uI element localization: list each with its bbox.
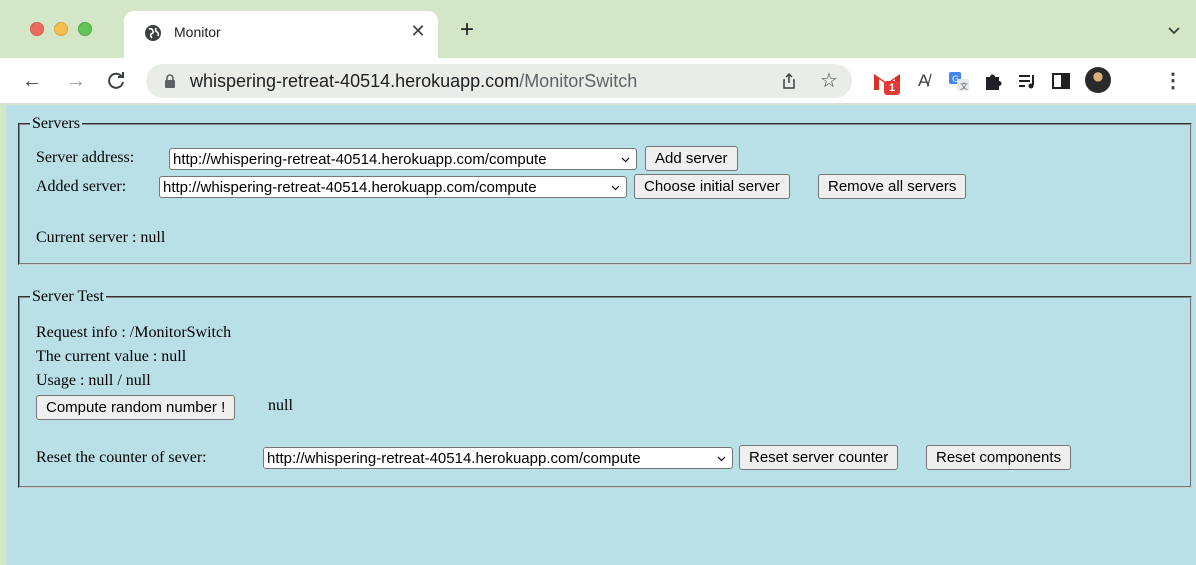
choose-initial-server-button[interactable]: Choose initial server xyxy=(634,174,790,199)
address-bar[interactable]: whispering-retreat-40514.herokuapp.com/M… xyxy=(146,64,852,98)
side-panel-icon[interactable] xyxy=(1050,70,1072,92)
reset-counter-select[interactable]: http://whispering-retreat-40514.herokuap… xyxy=(263,447,733,469)
back-arrow-icon[interactable]: ← xyxy=(20,69,44,93)
gmail-badge: 1 xyxy=(884,81,900,95)
request-info-text: Request info : /MonitorSwitch xyxy=(36,324,232,341)
bookmark-star-icon[interactable]: ☆ xyxy=(818,68,840,93)
tab-title: Monitor xyxy=(174,24,221,40)
globe-icon xyxy=(145,25,161,41)
server-address-select[interactable]: http://whispering-retreat-40514.herokuap… xyxy=(169,148,637,170)
close-window-button[interactable] xyxy=(30,22,44,36)
remove-all-servers-button[interactable]: Remove all servers xyxy=(818,174,967,199)
chevron-down-icon xyxy=(611,185,620,191)
forward-arrow-icon[interactable]: → xyxy=(64,69,88,93)
new-tab-icon[interactable]: + xyxy=(455,18,479,42)
translate-icon[interactable]: G 文 xyxy=(948,70,970,92)
lock-icon[interactable] xyxy=(164,74,176,88)
media-playlist-icon[interactable] xyxy=(1016,70,1038,92)
server-test-legend: Server Test xyxy=(32,288,104,305)
url-path: /MonitorSwitch xyxy=(519,71,638,91)
browser-toolbar: ← → whispering-retreat-40514.herokuapp.c… xyxy=(0,58,1196,104)
reset-components-button[interactable]: Reset components xyxy=(926,445,1072,470)
reload-icon[interactable] xyxy=(104,69,128,93)
compute-random-number-button[interactable]: Compute random number ! xyxy=(36,395,236,420)
reset-counter-label: Reset the counter of sever: xyxy=(36,449,207,466)
page-content: Servers Server address: http://whisperin… xyxy=(6,105,1196,565)
added-server-label: Added server: xyxy=(36,178,127,195)
url-host: whispering-retreat-40514.herokuapp.com xyxy=(190,71,520,91)
servers-legend: Servers xyxy=(32,115,80,132)
minimize-window-button[interactable] xyxy=(54,22,68,36)
extensions-puzzle-icon[interactable] xyxy=(982,70,1004,92)
maximize-window-button[interactable] xyxy=(78,22,92,36)
add-server-button[interactable]: Add server xyxy=(645,146,738,171)
chevron-down-icon xyxy=(621,157,630,163)
profile-avatar[interactable] xyxy=(1085,67,1111,93)
chevron-down-icon[interactable] xyxy=(1166,22,1182,38)
chevron-down-icon xyxy=(717,456,726,462)
usage-text: Usage : null / null xyxy=(36,372,151,389)
tab-strip: Monitor ✕ + xyxy=(0,0,1196,58)
server-address-label: Server address: xyxy=(36,149,135,166)
url-text: whispering-retreat-40514.herokuapp.com/M… xyxy=(190,71,637,92)
more-menu-icon[interactable]: ⋮ xyxy=(1163,70,1183,92)
tab-monitor[interactable]: Monitor ✕ xyxy=(124,11,438,58)
svg-text:文: 文 xyxy=(960,81,968,91)
compute-result-text: null xyxy=(268,397,293,414)
added-server-select[interactable]: http://whispering-retreat-40514.herokuap… xyxy=(159,176,627,198)
current-value-text: The current value : null xyxy=(36,348,187,365)
close-tab-icon[interactable]: ✕ xyxy=(408,21,428,41)
reset-server-counter-button[interactable]: Reset server counter xyxy=(739,445,899,470)
share-icon[interactable] xyxy=(780,72,798,90)
spellcheck-icon[interactable]: A̸ xyxy=(918,70,940,92)
current-server-text: Current server : null xyxy=(36,229,166,246)
